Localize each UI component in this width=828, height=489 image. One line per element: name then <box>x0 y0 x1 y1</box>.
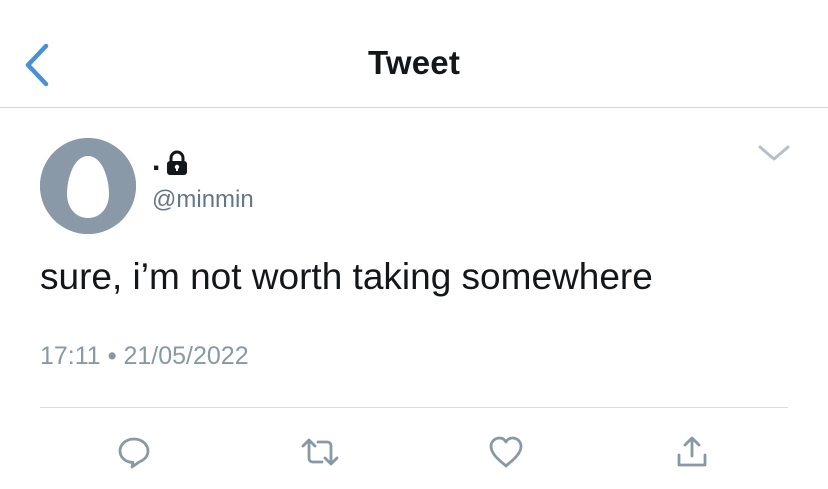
default-egg-avatar-icon <box>40 138 136 234</box>
speech-bubble-icon <box>118 437 150 469</box>
tweet-time: 17:11 <box>40 342 101 370</box>
chevron-down-icon <box>758 145 790 161</box>
tweet-date: 21/05/2022 <box>123 342 249 370</box>
retweet-icon <box>301 438 339 466</box>
user-handle[interactable]: @minmin <box>152 186 254 214</box>
tweet-text: sure, i’m not worth taking somewhere <box>40 256 653 297</box>
more-options-button[interactable] <box>754 140 794 166</box>
share-button[interactable] <box>672 432 712 472</box>
share-icon <box>677 436 707 467</box>
meta-separator: • <box>107 342 117 370</box>
reply-button[interactable] <box>114 432 154 472</box>
lock-icon <box>167 150 188 175</box>
heart-icon <box>489 436 523 468</box>
divider <box>40 407 788 408</box>
avatar[interactable] <box>40 138 136 234</box>
navigation-bar: Tweet <box>0 0 828 108</box>
page-title: Tweet <box>367 44 461 81</box>
display-name-text: . <box>152 144 161 177</box>
like-button[interactable] <box>486 432 526 472</box>
tweet-timestamp: 17:11 • 21/05/2022 <box>40 342 249 371</box>
retweet-button[interactable] <box>300 432 340 472</box>
display-name[interactable]: . <box>152 142 188 176</box>
